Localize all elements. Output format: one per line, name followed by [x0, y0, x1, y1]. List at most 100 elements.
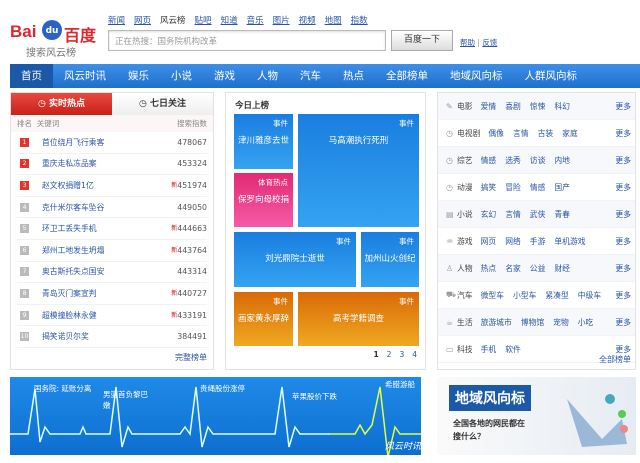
nav-item[interactable]: 人群风向标	[514, 64, 589, 88]
category-tag[interactable]: 微型车	[481, 290, 504, 301]
category-tag[interactable]: 情感	[481, 155, 497, 166]
category-tag[interactable]: 中级车	[578, 290, 601, 301]
table-row[interactable]: 3 赵文权捐赠1亿新 451974	[17, 175, 207, 197]
table-row[interactable]: 4 克什米尔客车坠谷 449050	[17, 197, 207, 219]
category-tag[interactable]: 选秀	[505, 155, 521, 166]
category-tag[interactable]: 言情	[505, 209, 521, 220]
page-link[interactable]: 3	[399, 350, 404, 359]
category-name[interactable]: 电影	[457, 101, 473, 112]
nav-item[interactable]: 小说	[160, 64, 203, 88]
topic-tile[interactable]: 事件 加州山火创纪	[361, 232, 419, 287]
category-tag[interactable]: 青春	[554, 209, 570, 220]
table-row[interactable]: 5 环卫工丢失手机新 444663	[17, 218, 207, 240]
top-link[interactable]: 指数	[351, 14, 368, 26]
category-tag[interactable]: 旅游城市	[481, 317, 512, 328]
category-tag[interactable]: 爱情	[481, 101, 497, 112]
category-tag[interactable]: 单机游戏	[554, 236, 585, 247]
table-row[interactable]: 6 郑州工地发生坍塌新 443764	[17, 240, 207, 262]
table-row[interactable]: 2 重庆走私冻品案 453324	[17, 154, 207, 176]
more-link[interactable]: 更多	[615, 236, 631, 247]
category-tag[interactable]: 博物馆	[521, 317, 544, 328]
category-name[interactable]: 电视剧	[457, 128, 480, 139]
table-row[interactable]: 10 揭笑诺贝尔奖 384491	[17, 326, 207, 348]
topic-tile[interactable]: 事件 高考学籍调查	[298, 292, 419, 346]
category-tag[interactable]: 手机	[481, 344, 497, 355]
top-link[interactable]: 音乐	[247, 14, 264, 26]
page-link[interactable]: 1	[373, 350, 378, 359]
tab-seven-day[interactable]: ◷ 七日关注	[112, 93, 213, 115]
help-link[interactable]: 帮助	[460, 38, 475, 47]
more-link[interactable]: 更多	[615, 182, 631, 193]
keyword-link[interactable]: 青岛灭门案宣判	[42, 288, 168, 299]
table-row[interactable]: 8 青岛灭门案宣判新 440727	[17, 283, 207, 305]
category-tag[interactable]: 名家	[505, 263, 521, 274]
category-name[interactable]: 综艺	[457, 155, 473, 166]
more-link[interactable]: 更多	[615, 344, 631, 355]
keyword-link[interactable]: 重庆走私冻品案	[42, 158, 177, 169]
table-row[interactable]: 9 超模撞脸林永健新 433191	[17, 305, 207, 327]
top-link[interactable]: 风云榜	[160, 14, 186, 26]
category-tag[interactable]: 小型车	[513, 290, 536, 301]
category-tag[interactable]: 古装	[538, 128, 554, 139]
category-tag[interactable]: 惊悚	[530, 101, 546, 112]
nav-item[interactable]: 人物	[246, 64, 289, 88]
more-link[interactable]: 更多	[615, 128, 631, 139]
search-input[interactable]: 正在热搜：国务院机构改革	[108, 30, 386, 51]
category-tag[interactable]: 公益	[530, 263, 546, 274]
nav-item[interactable]: 娱乐	[117, 64, 160, 88]
search-button[interactable]: 百度一下	[391, 30, 453, 51]
keyword-link[interactable]: 奥古斯托失点国安	[42, 266, 177, 277]
category-tag[interactable]: 网络	[505, 236, 521, 247]
table-row[interactable]: 7 奥古斯托失点国安 443314	[17, 262, 207, 284]
category-tag[interactable]: 科幻	[554, 101, 570, 112]
top-link[interactable]: 知道	[221, 14, 238, 26]
keyword-link[interactable]: 揭笑诺贝尔奖	[42, 331, 177, 342]
region-banner[interactable]: 地域风向标 全国各地的网民都在搜什么？	[437, 377, 636, 455]
keyword-link[interactable]: 首位绕月飞行乘客	[42, 137, 177, 148]
top-link[interactable]: 新闻	[108, 14, 125, 26]
category-tag[interactable]: 情感	[530, 182, 546, 193]
more-link[interactable]: 更多	[615, 263, 631, 274]
category-name[interactable]: 人物	[457, 263, 473, 274]
category-tag[interactable]: 玄幻	[481, 209, 497, 220]
top-link[interactable]: 视频	[299, 14, 316, 26]
keyword-link[interactable]: 郑州工地发生坍塌	[42, 245, 168, 256]
category-tag[interactable]: 手游	[530, 236, 546, 247]
top-link[interactable]: 网页	[134, 14, 151, 26]
page-link[interactable]: 4	[412, 350, 417, 359]
category-tag[interactable]: 访谈	[530, 155, 546, 166]
nav-item[interactable]: 风云时讯	[53, 64, 117, 88]
nav-item[interactable]: 全部榜单	[375, 64, 439, 88]
category-tag[interactable]: 内地	[554, 155, 570, 166]
full-list-link[interactable]: 完整榜单	[175, 352, 207, 363]
more-link[interactable]: 更多	[615, 101, 631, 112]
more-link[interactable]: 更多	[615, 209, 631, 220]
category-tag[interactable]: 喜剧	[505, 101, 521, 112]
category-tag[interactable]: 热点	[481, 263, 497, 274]
keyword-link[interactable]: 环卫工丢失手机	[42, 223, 168, 234]
table-row[interactable]: 1 首位绕月飞行乘客 478067	[17, 132, 207, 154]
tab-realtime[interactable]: ◷ 实时热点	[11, 93, 112, 115]
category-tag[interactable]: 家庭	[562, 128, 578, 139]
category-tag[interactable]: 网页	[481, 236, 497, 247]
nav-item[interactable]: 汽车	[289, 64, 332, 88]
category-name[interactable]: 动漫	[457, 182, 473, 193]
category-tag[interactable]: 小吃	[578, 317, 594, 328]
category-tag[interactable]: 言情	[513, 128, 529, 139]
keyword-link[interactable]: 赵文权捐赠1亿	[42, 180, 168, 191]
top-link[interactable]: 贴吧	[195, 14, 212, 26]
category-tag[interactable]: 宠物	[553, 317, 569, 328]
topic-tile[interactable]: 事件 马高潮执行死刑	[298, 114, 419, 227]
nav-item[interactable]: 首页	[10, 64, 53, 88]
category-name[interactable]: 生活	[457, 317, 473, 328]
category-name[interactable]: 汽车	[457, 290, 473, 301]
category-name[interactable]: 小说	[457, 209, 473, 220]
category-tag[interactable]: 偶像	[488, 128, 504, 139]
news-banner[interactable]: 国务院: 延账分离 男篮首负黎巴嫩 贵绳股份涨停 苹果股价下跌 希腊游船 风云时…	[10, 377, 421, 455]
nav-item[interactable]: 热点	[332, 64, 375, 88]
category-tag[interactable]: 搞笑	[481, 182, 497, 193]
topic-tile[interactable]: 事件 刘光鼎院士逝世	[234, 232, 356, 287]
all-lists-link[interactable]: 全部榜单	[599, 354, 631, 365]
baidu-logo[interactable]: Bai du 百度 搜索风云榜	[10, 18, 100, 60]
category-tag[interactable]: 财经	[554, 263, 570, 274]
